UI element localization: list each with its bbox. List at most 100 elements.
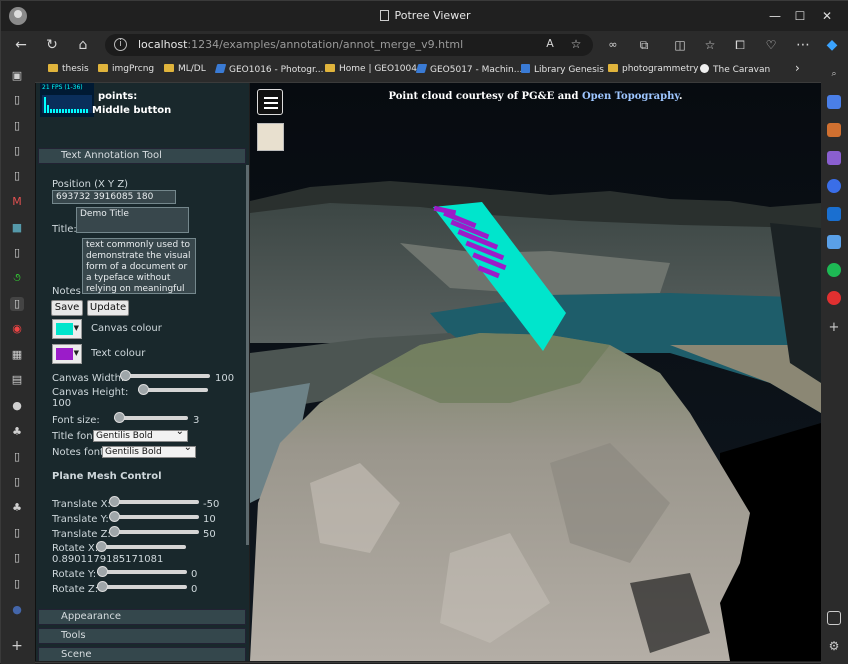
slider-handle[interactable] <box>109 526 120 537</box>
text-colour-picker[interactable]: ▼ <box>52 344 82 364</box>
copilot-icon[interactable]: ◆ <box>823 36 841 54</box>
open-topography-link[interactable]: Open Topography <box>582 91 679 102</box>
tab-page-icon[interactable]: ▯ <box>10 475 24 489</box>
translate-z-slider[interactable] <box>109 526 199 537</box>
youtube-icon[interactable] <box>827 291 841 305</box>
slider-handle[interactable] <box>120 370 131 381</box>
slider-handle[interactable] <box>96 541 107 552</box>
appearance-section-header[interactable]: Appearance <box>38 609 246 625</box>
position-input[interactable]: 693732 3916085 180 <box>52 190 176 204</box>
minimize-icon[interactable]: — <box>761 5 789 27</box>
reload-icon[interactable]: ↻ <box>43 36 61 54</box>
tab-page-icon[interactable]: ▯ <box>10 246 24 260</box>
url-text[interactable]: localhost:1234/examples/annotation/annot… <box>138 38 463 51</box>
favorites-icon[interactable]: ☆ <box>701 36 719 54</box>
edit-app-icon[interactable] <box>827 235 841 249</box>
add-sidebar-app-icon[interactable]: + <box>827 321 841 335</box>
tab-page-icon[interactable]: ▯ <box>10 551 24 565</box>
tab-page-icon-active[interactable]: ▯ <box>10 297 24 311</box>
favorite-star-icon[interactable]: ☆ <box>567 35 585 53</box>
bookmark-item[interactable]: photogrammetry <box>608 64 699 74</box>
bookmark-item[interactable]: imgPrcng <box>98 64 154 74</box>
rotate-y-slider[interactable] <box>97 566 187 577</box>
extension-glasses-icon[interactable]: ∞ <box>604 36 622 54</box>
tab-app-icon[interactable]: ♣ <box>10 425 24 439</box>
search-icon[interactable]: ⌕ <box>827 67 841 81</box>
bookmark-item[interactable]: Home | GEO1004 <box>325 64 417 74</box>
bookmarks-more-icon[interactable]: › <box>795 61 800 75</box>
tools-section-header[interactable]: Tools <box>38 628 246 644</box>
map-thumbnail-icon[interactable] <box>257 123 284 151</box>
point-cloud-render[interactable] <box>250 83 821 661</box>
slider-handle[interactable] <box>109 511 120 522</box>
tab-github-icon[interactable]: ● <box>10 399 24 413</box>
tab-page-icon[interactable]: ▯ <box>10 577 24 591</box>
tab-page-icon[interactable]: ▯ <box>10 169 24 183</box>
shopping-tag-icon[interactable] <box>827 95 841 109</box>
outlook-icon[interactable] <box>827 207 841 221</box>
translate-y-slider[interactable] <box>109 511 199 522</box>
title-font-select[interactable]: Gentilis Bold <box>93 427 188 442</box>
tab-app-icon[interactable]: ૭ <box>10 271 24 285</box>
copilot-app-icon[interactable] <box>827 179 841 193</box>
bookmark-item[interactable]: GEO1016 - Photogr... <box>214 64 323 75</box>
collections-icon[interactable]: ⧠ <box>731 36 749 54</box>
people-icon[interactable] <box>827 151 841 165</box>
bookmark-item[interactable]: thesis <box>48 64 89 74</box>
back-icon[interactable]: ← <box>12 36 30 54</box>
translate-x-slider[interactable] <box>109 496 199 507</box>
title-textarea[interactable]: Demo Title <box>76 207 189 233</box>
spotify-icon[interactable] <box>827 263 841 277</box>
save-button[interactable]: Save <box>51 300 83 316</box>
tab-app-icon[interactable]: ● <box>10 603 24 617</box>
settings-gear-icon[interactable]: ⚙ <box>827 639 841 653</box>
tab-gmail-icon[interactable]: M <box>10 195 24 209</box>
address-bar[interactable]: i localhost:1234/examples/annotation/ann… <box>105 34 593 56</box>
close-icon[interactable]: ✕ <box>813 5 841 27</box>
site-info-icon[interactable]: i <box>114 38 127 51</box>
slider-handle[interactable] <box>109 496 120 507</box>
tools-briefcase-icon[interactable] <box>827 123 841 137</box>
slider-handle[interactable] <box>114 412 125 423</box>
tab-page-icon[interactable]: ▯ <box>10 450 24 464</box>
slider-handle[interactable] <box>97 581 108 592</box>
tab-app-icon[interactable]: ♣ <box>10 501 24 515</box>
notes-font-select[interactable]: Gentilis Bold <box>102 443 196 458</box>
rotate-x-slider[interactable] <box>96 541 186 552</box>
read-aloud-icon[interactable]: A <box>541 35 559 53</box>
update-button[interactable]: Update <box>87 300 129 316</box>
notes-textarea[interactable]: text commonly used to demonstrate the vi… <box>82 238 196 294</box>
font-size-slider[interactable] <box>114 412 188 423</box>
browser-essentials-icon[interactable]: ♡ <box>762 36 780 54</box>
bookmark-item[interactable]: ML/DL <box>164 64 206 74</box>
canvas-colour-picker[interactable]: ▼ <box>52 319 82 339</box>
point-cloud-viewer[interactable]: Point cloud courtesy of PG&E and Open To… <box>250 83 821 661</box>
tab-page-icon[interactable]: ▯ <box>10 144 24 158</box>
hide-sidebar-icon[interactable] <box>827 611 841 625</box>
bookmark-item[interactable]: GEO5017 - Machin... <box>415 64 522 75</box>
canvas-width-slider[interactable] <box>120 370 210 381</box>
tab-app-icon[interactable]: ■ <box>10 221 24 235</box>
tab-page-icon[interactable]: ▯ <box>10 93 24 107</box>
slider-handle[interactable] <box>97 566 108 577</box>
maximize-icon[interactable]: ☐ <box>786 5 814 27</box>
canvas-height-slider[interactable] <box>138 384 208 395</box>
hamburger-menu-icon[interactable] <box>257 89 283 115</box>
tab-page-icon[interactable]: ▯ <box>10 526 24 540</box>
tab-chrome-icon[interactable]: ◉ <box>10 322 24 336</box>
tab-app-icon[interactable]: ▦ <box>10 348 24 362</box>
tab-page-icon[interactable]: ▯ <box>10 119 24 133</box>
rotate-z-slider[interactable] <box>97 581 187 592</box>
tab-actions-icon[interactable]: ▣ <box>10 69 24 83</box>
tab-app-icon[interactable]: ▤ <box>10 373 24 387</box>
new-tab-icon[interactable]: + <box>10 639 24 653</box>
more-menu-icon[interactable]: ⋯ <box>794 36 812 54</box>
extensions-icon[interactable]: ⧉ <box>635 36 653 54</box>
text-annotation-tool-header[interactable]: Text Annotation Tool <box>38 148 246 164</box>
split-screen-icon[interactable]: ◫ <box>671 36 689 54</box>
scene-section-header[interactable]: Scene <box>38 647 246 661</box>
bookmark-item[interactable]: The Caravan <box>700 64 770 75</box>
panel-scrollbar[interactable] <box>246 165 249 545</box>
slider-handle[interactable] <box>138 384 149 395</box>
bookmark-item[interactable]: Library Genesis <box>521 64 604 75</box>
